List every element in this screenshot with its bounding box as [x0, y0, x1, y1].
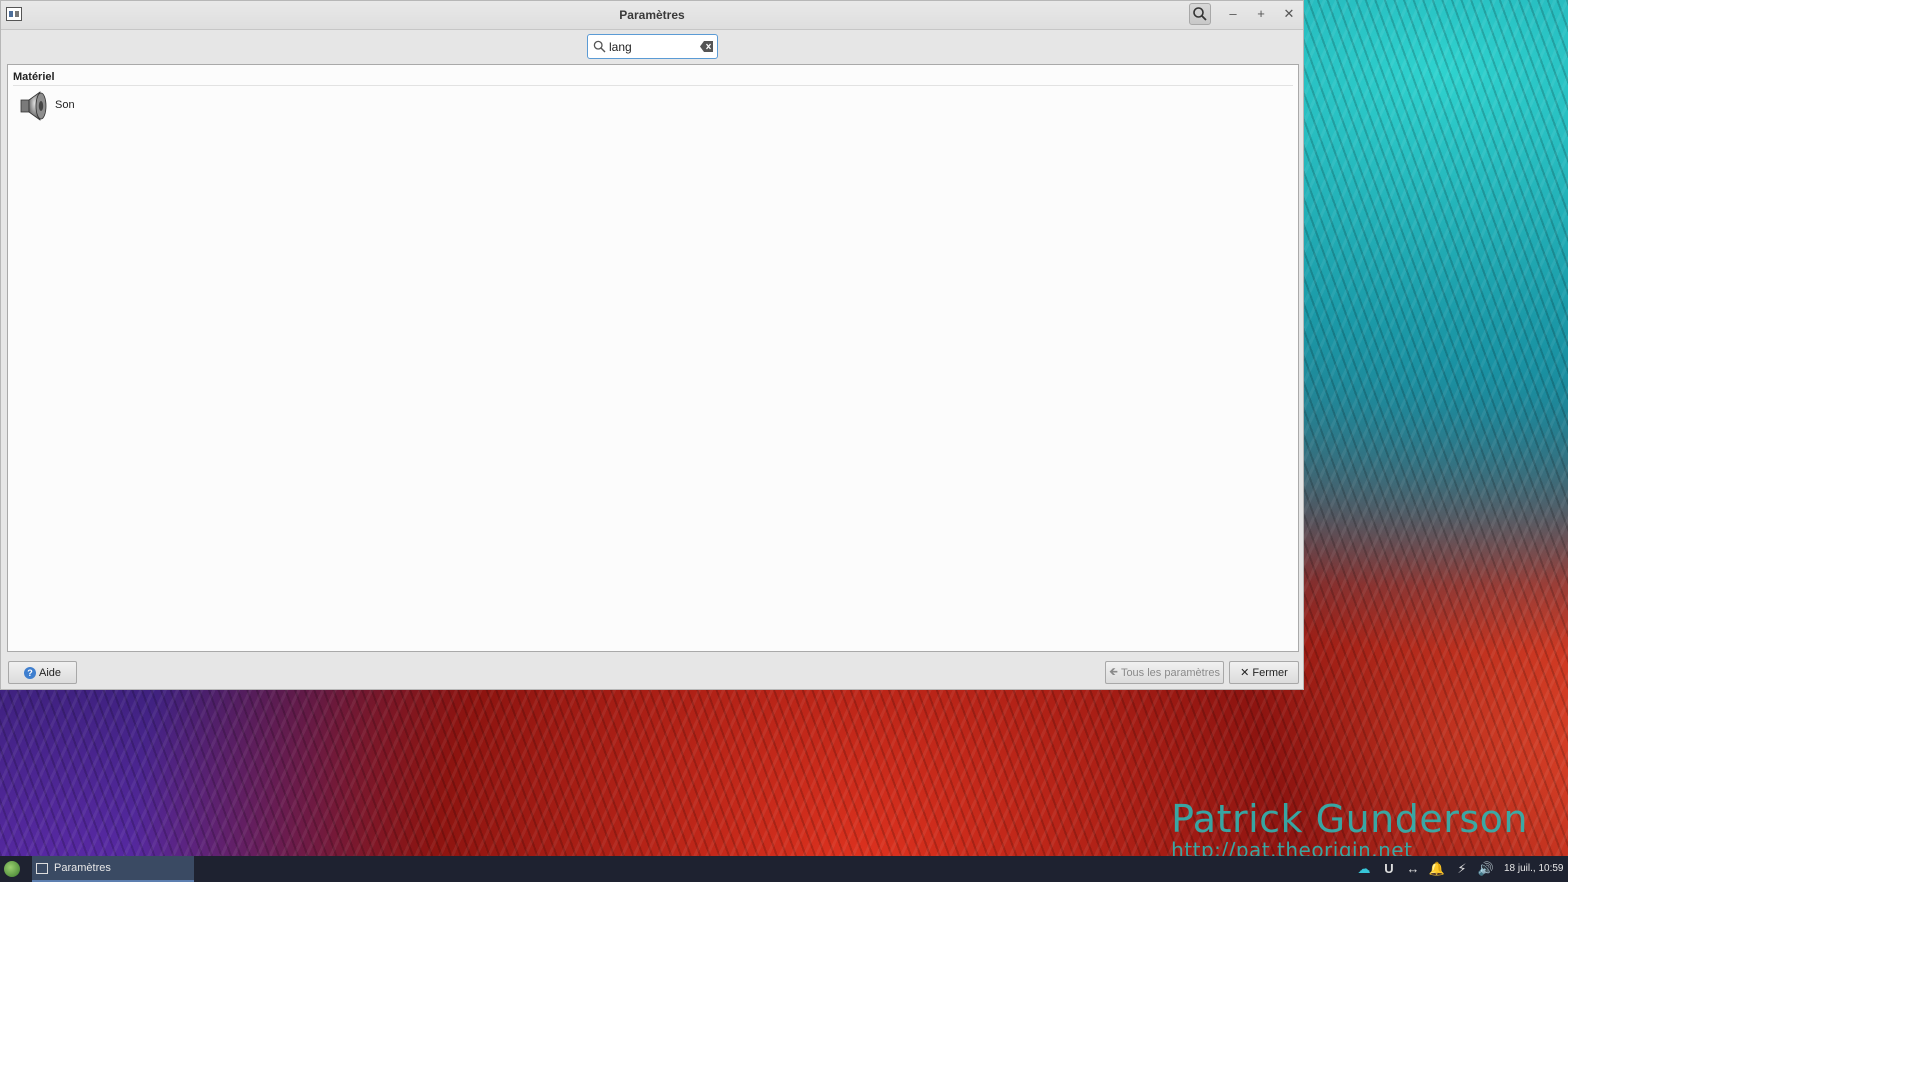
help-label: Aide [38, 666, 62, 679]
updates-icon[interactable]: U [1380, 860, 1398, 878]
search-icon [1193, 7, 1207, 21]
all-settings-button[interactable]: 🡸 Tous les paramètres [1105, 661, 1224, 684]
start-menu-icon[interactable] [4, 861, 20, 877]
settings-item-sound[interactable]: Son [18, 89, 98, 123]
notification-bell-icon[interactable]: 🔔 [1428, 860, 1446, 878]
all-settings-label: Tous les paramètres [1120, 666, 1220, 679]
results-pane: Matériel Son [7, 64, 1299, 652]
window-title: Paramètres [619, 8, 685, 22]
section-title-hardware: Matériel [13, 71, 55, 83]
maximize-icon: + [1257, 6, 1265, 21]
volume-icon[interactable]: 🔊 [1477, 860, 1495, 878]
close-icon: ✕ [1283, 6, 1295, 21]
minimize-button[interactable]: – [1223, 5, 1243, 23]
search-input[interactable] [609, 37, 697, 56]
minimize-icon: – [1229, 6, 1237, 21]
search-toggle-button[interactable] [1189, 3, 1211, 25]
close-window-button[interactable]: ✕ [1279, 5, 1299, 23]
wallpaper-watermark: Patrick Gunderson http://pat.theorigin.n… [1171, 800, 1528, 860]
wallpaper-author: Patrick Gunderson [1171, 797, 1528, 841]
arrow-left-icon: 🡸 [1109, 666, 1118, 678]
settings-window: Paramètres – + ✕ Matériel [0, 0, 1304, 690]
help-icon: ? [23, 666, 36, 679]
close-x-icon: ✕ [1240, 667, 1250, 679]
settings-window-icon [36, 863, 48, 874]
title-bar[interactable]: Paramètres – + ✕ [1, 1, 1303, 30]
search-field[interactable] [587, 34, 718, 59]
cloud-sync-icon[interactable]: ☁ [1355, 860, 1373, 878]
taskbar-item-settings[interactable]: Paramètres [32, 856, 194, 882]
magnifier-icon [593, 40, 606, 53]
section-divider [13, 85, 1293, 86]
network-icon[interactable]: ↔ [1404, 860, 1422, 878]
help-button[interactable]: ? Aide [8, 661, 77, 684]
settings-item-label: Son [55, 99, 75, 111]
power-icon[interactable]: ⚡ [1453, 860, 1471, 878]
clear-search-icon[interactable] [700, 41, 713, 52]
speaker-icon [20, 91, 47, 121]
close-button[interactable]: ✕ Fermer [1229, 661, 1299, 684]
taskbar-item-label: Paramètres [54, 862, 111, 874]
close-label: Fermer [1252, 666, 1288, 679]
clock[interactable]: 18 juil., 10:59 [1504, 863, 1564, 874]
taskbar: Paramètres ☁ U ↔ 🔔 ⚡ 🔊 18 juil., 10:59 [0, 856, 1568, 882]
maximize-button[interactable]: + [1251, 5, 1271, 23]
